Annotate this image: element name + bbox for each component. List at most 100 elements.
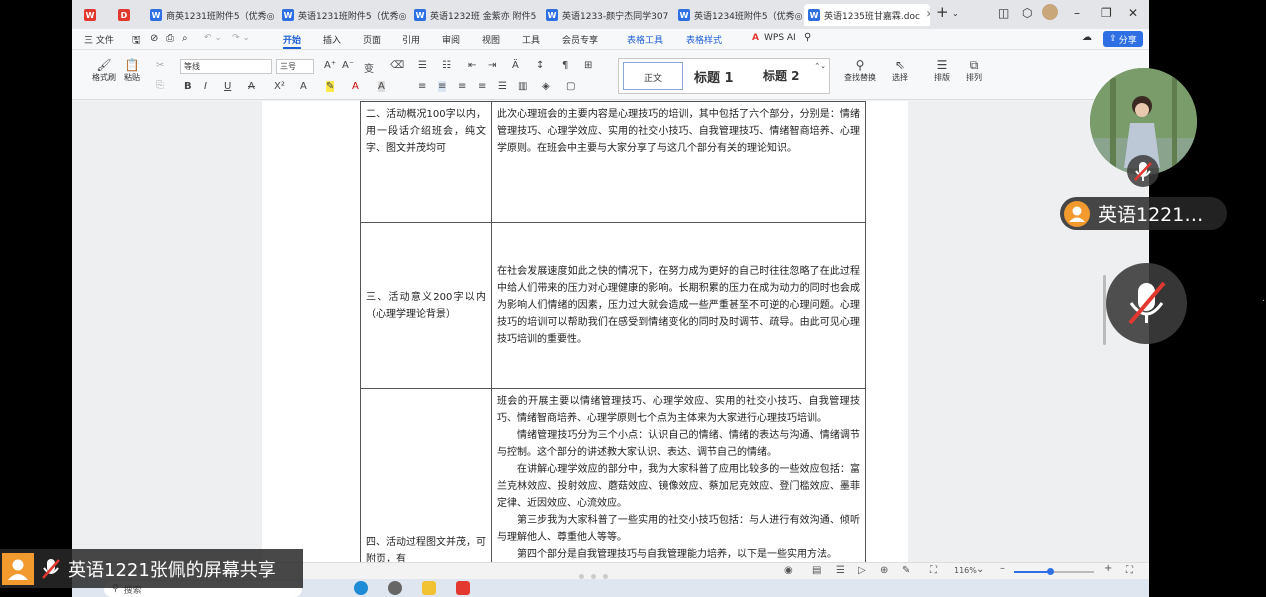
paste-button[interactable]: 📋 粘贴 [124, 58, 140, 83]
new-tab-icon[interactable]: + [936, 3, 949, 21]
align-left-icon[interactable]: ≡ [418, 81, 426, 92]
menu-review[interactable]: 审阅 [442, 33, 460, 46]
row-content[interactable]: 在社会发展速度如此之快的情况下，在努力成为更好的自己时往往忽略了在此过程中给人们… [491, 222, 866, 389]
row-content[interactable]: 班会的开展主要以情绪管理技巧、心理学效应、实用的社交小技巧、自我管理技巧、情绪智… [491, 388, 866, 562]
cube-icon[interactable]: ⬡ [1022, 6, 1032, 20]
menu-page[interactable]: 页面 [363, 33, 381, 46]
phonetic-icon[interactable]: 变 [364, 60, 374, 75]
font-color-icon[interactable]: A [352, 81, 359, 92]
zoom-out-icon[interactable]: – [1000, 563, 1005, 574]
copy-icon[interactable]: ⎘ [156, 80, 164, 91]
table-border-icon[interactable]: ▢ [566, 81, 575, 92]
wps-ai-button[interactable]: WPS AI [764, 33, 796, 43]
superscript-icon[interactable]: X² [274, 81, 285, 92]
menu-tools[interactable]: 工具 [522, 33, 540, 46]
cut-icon[interactable]: ✂ [156, 60, 164, 71]
eye-icon[interactable]: ◉ [784, 565, 793, 576]
underline-icon[interactable]: U [224, 81, 231, 92]
zoom-slider[interactable] [1014, 568, 1094, 575]
play-icon[interactable]: ▷ [858, 565, 866, 576]
strikethrough-icon[interactable]: A [248, 81, 255, 92]
tab-doc-1[interactable]: W 商英1231班附件5（优秀◎ [146, 4, 274, 26]
participant-name-tag[interactable]: 英语1221… [1060, 197, 1227, 230]
tab-wps-home[interactable]: W [80, 4, 108, 26]
user-avatar-icon[interactable] [1042, 4, 1058, 20]
tab-doc-3[interactable]: W 英语1232班 金紫亦 附件5 [410, 4, 538, 26]
arrange-button[interactable]: ⧉ 排列 [966, 58, 982, 83]
outdent-icon[interactable]: ⇤ [468, 60, 476, 71]
edge-icon[interactable] [354, 581, 368, 595]
tab-list-chevron-icon[interactable]: ⌄ [952, 9, 959, 18]
minimize-icon[interactable]: – [1074, 6, 1080, 20]
numbered-list-icon[interactable]: ☷ [442, 60, 451, 71]
columns-icon[interactable]: ▥ [518, 81, 527, 92]
distribute-icon[interactable]: ☰ [498, 81, 507, 92]
menu-member[interactable]: 会员专享 [562, 33, 598, 46]
grow-font-icon[interactable]: A⁺ [324, 60, 336, 71]
preview-icon[interactable]: ⌕ [182, 33, 188, 44]
web-view-icon[interactable]: ⊕ [880, 565, 888, 576]
search-icon[interactable]: ⚲ [804, 32, 811, 43]
folder-icon[interactable] [422, 581, 436, 595]
layout-icon[interactable]: ◫ [998, 6, 1009, 20]
menu-table-tools[interactable]: 表格工具 [627, 33, 663, 46]
fullscreen-icon[interactable]: ⛶ [1126, 565, 1133, 576]
find-replace-button[interactable]: ⚲ 查找替换 [844, 58, 876, 83]
zoom-in-icon[interactable]: + [1104, 563, 1112, 574]
pin-icon[interactable]: ⊘ [150, 33, 158, 44]
share-button[interactable]: ⇪ 分享 [1103, 31, 1143, 47]
row-content[interactable]: 此次心理班会的主要内容是心理技巧的培训，其中包括了六个部分，分别是：情绪管理技巧… [491, 101, 866, 223]
zoom-level[interactable]: 116% [954, 566, 977, 575]
line-spacing-icon[interactable]: ↕ [536, 60, 544, 71]
tab-doc-4[interactable]: W 英语1233-颜宁杰同学307 [542, 4, 670, 26]
undo-icon[interactable]: ↶ ⌄ [204, 33, 222, 43]
tab-doc-active[interactable]: W 英语1235班甘嘉霖.doc ✕ [804, 4, 930, 26]
font-name-select[interactable]: 等线 [180, 59, 272, 74]
clear-format-icon[interactable]: ⌫ [390, 60, 404, 71]
select-button[interactable]: ⇖ 选择 [892, 58, 908, 83]
style-heading1[interactable]: 标题 1 [694, 67, 734, 86]
style-heading2[interactable]: 标题 2 [763, 67, 800, 84]
border-icon[interactable]: ⊞ [584, 60, 592, 71]
document-page[interactable]: 二、活动概况100字以内，用一段话介绍班会，纯文字、图文并茂均可 此次心理班会的… [262, 101, 908, 562]
wps-taskbar-icon[interactable] [456, 581, 470, 595]
restore-icon[interactable]: ❐ [1101, 6, 1112, 20]
font-size-select[interactable]: 三号 [276, 59, 314, 74]
document-canvas[interactable]: 二、活动概况100字以内，用一段话介绍班会，纯文字、图文并茂均可 此次心理班会的… [72, 101, 1149, 562]
redo-icon[interactable]: ↷ ⌄ [232, 33, 250, 43]
row-label[interactable]: 二、活动概况100字以内，用一段话介绍班会，纯文字、图文并茂均可 [360, 101, 492, 223]
align-center-icon[interactable]: ≡ [438, 81, 447, 92]
tab-doc-2[interactable]: W 英语1231班附件5（优秀◎ [278, 4, 406, 26]
page-view-icon[interactable]: ▤ [812, 565, 821, 576]
cloud-sync-icon[interactable]: ☁ [1082, 32, 1092, 43]
styles-more-icon[interactable]: ⌃⌄ [814, 62, 826, 70]
save-icon[interactable]: 🖫 [132, 33, 141, 50]
bold-icon[interactable]: B [184, 81, 192, 92]
tab-pdf[interactable]: D [114, 4, 140, 26]
italic-icon[interactable]: I [204, 81, 207, 92]
close-window-icon[interactable]: ✕ [1128, 6, 1138, 20]
tab-doc-5[interactable]: W 英语1234班附件5（优秀◎ [674, 4, 802, 26]
format-painter-button[interactable]: 🖌 格式刷 [92, 58, 116, 83]
fit-page-icon[interactable]: ⛶ [930, 565, 937, 576]
style-normal[interactable]: 正文 [623, 62, 683, 90]
row-label[interactable]: 四、活动过程图文并茂，可附页，有 [360, 388, 492, 562]
layout-button[interactable]: ☰ 排版 [934, 58, 950, 83]
text-direction-icon[interactable]: Ä [512, 60, 519, 71]
page-dot[interactable] [579, 574, 584, 579]
row-label[interactable]: 三、活动意义200字以内（心理学理论背景） [360, 222, 492, 389]
menu-table-style[interactable]: 表格样式 [686, 33, 722, 46]
pen-icon[interactable]: ✎ [902, 565, 910, 576]
app-icon[interactable] [388, 581, 402, 595]
char-shading-icon[interactable]: A [378, 81, 385, 92]
menu-home[interactable]: 开始 [283, 33, 302, 49]
show-marks-icon[interactable]: ¶ [562, 60, 568, 71]
menu-insert[interactable]: 插入 [323, 33, 341, 46]
highlight-icon[interactable]: ✎ [326, 81, 335, 92]
page-dot[interactable] [603, 574, 608, 579]
shrink-font-icon[interactable]: A⁻ [342, 60, 354, 71]
text-effect-icon[interactable]: A [300, 81, 307, 92]
zoom-chevron-icon[interactable]: ⌄ [976, 564, 984, 575]
file-menu[interactable]: 三 文件 [84, 33, 114, 46]
mute-toggle-button[interactable] [1106, 263, 1187, 344]
